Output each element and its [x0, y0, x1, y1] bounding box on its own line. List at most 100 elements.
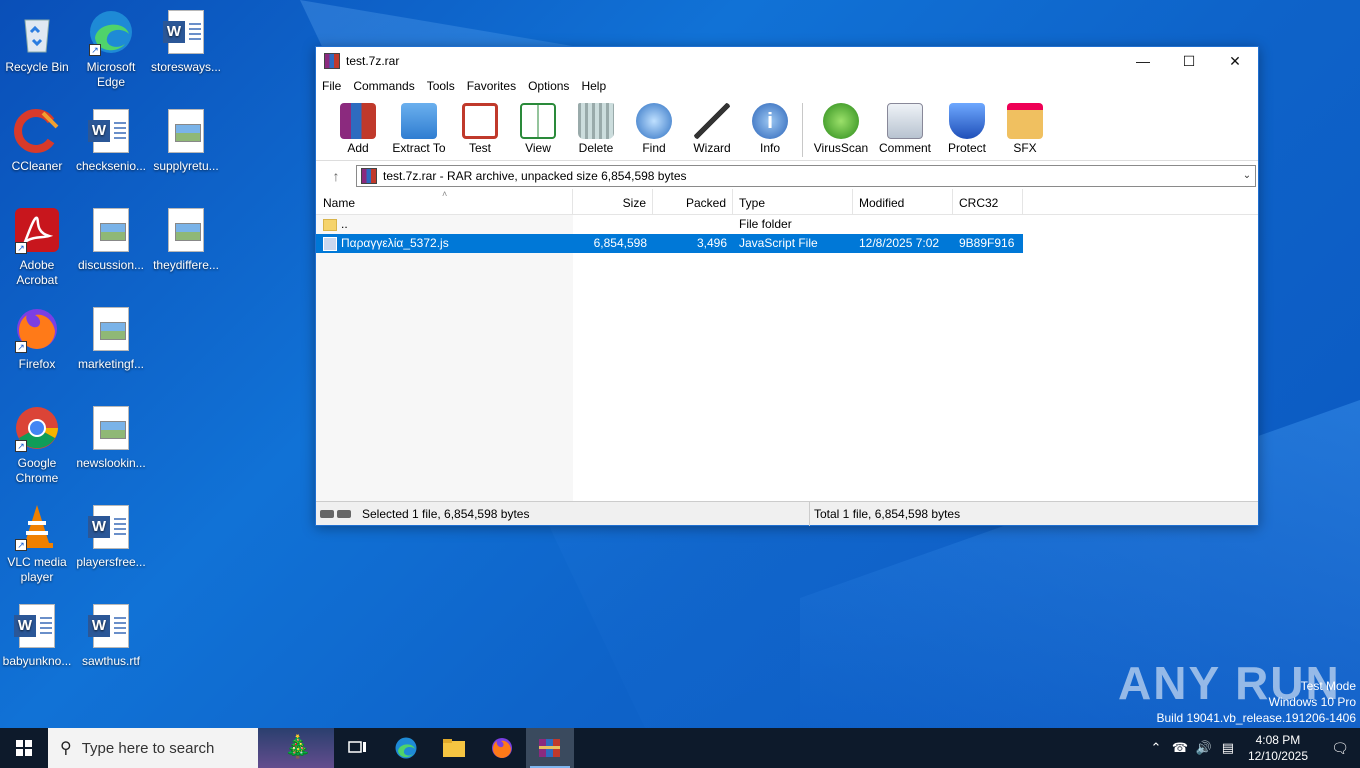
desktop-icon-recycle-bin[interactable]: Recycle Bin [0, 8, 74, 75]
toolbar-comment-button[interactable]: Comment [873, 103, 937, 155]
task-view-icon [348, 741, 366, 753]
toolbar-test-button[interactable]: Test [452, 103, 508, 155]
toolbar-label: Info [759, 141, 780, 155]
start-button[interactable] [0, 728, 48, 768]
drive-icon [320, 509, 334, 518]
recycle-bin-icon [13, 8, 61, 56]
network-icon[interactable]: ▤ [1216, 740, 1240, 756]
notification-icon[interactable]: 🗨 [1320, 740, 1360, 757]
toolbar-virusscan-button[interactable]: VirusScan [811, 103, 871, 155]
status-selected: Selected 1 file, 6,854,598 bytes [358, 501, 810, 526]
comment-icon [887, 103, 923, 139]
desktop-icon-google-chrome[interactable]: ↗ Google Chrome [0, 404, 74, 486]
desktop-icon-label: Google Chrome [15, 456, 59, 485]
toolbar-find-button[interactable]: Find [626, 103, 682, 155]
volume-icon[interactable]: 🔊 [1192, 740, 1216, 756]
desktop-icon-edge[interactable]: ↗ Microsoft Edge [74, 8, 148, 90]
desktop-icon-label: checksenio... [75, 159, 147, 173]
toolbar-label: Wizard [693, 141, 731, 155]
menu-tools[interactable]: Tools [427, 79, 463, 93]
menu-commands[interactable]: Commands [353, 79, 422, 93]
chevron-down-icon[interactable]: ⌄ [1239, 170, 1255, 181]
desktop-icon-label: Firefox [18, 357, 56, 371]
magic-wand-icon [694, 103, 730, 139]
desktop-icon-theydiffere[interactable]: theydiffere... [149, 206, 223, 273]
desktop-icon-adobe-acrobat[interactable]: ↗ Adobe Acrobat [0, 206, 74, 288]
desktop-icon-label: marketingf... [77, 357, 145, 371]
acrobat-icon: ↗ [13, 206, 61, 254]
desktop-icon-label: sawthus.rtf [81, 654, 141, 668]
toolbar-protect-button[interactable]: Protect [939, 103, 995, 155]
chevron-up-icon[interactable]: ⌃ [1144, 740, 1168, 756]
word-document-icon [163, 10, 204, 54]
key-icon [337, 509, 351, 518]
toolbar-info-button[interactable]: i Info [742, 103, 798, 155]
window-title: test.7z.rar [346, 54, 400, 68]
column-header-type[interactable]: Type [733, 188, 853, 215]
status-total: Total 1 file, 6,854,598 bytes [814, 506, 961, 521]
image-file-icon [93, 406, 129, 450]
column-header-size[interactable]: Size [573, 188, 653, 215]
file-list: ˄ Name Size Packed Type Modified CRC32 .… [316, 188, 1258, 501]
maximize-button[interactable]: ☐ [1166, 47, 1212, 75]
taskbar-file-explorer[interactable] [430, 728, 478, 768]
desktop-icon-sawthus[interactable]: sawthus.rtf [74, 602, 148, 669]
name-column-shade [316, 215, 573, 501]
desktop-icon-label: VLC media player [7, 555, 67, 584]
minimize-button[interactable]: — [1120, 47, 1166, 75]
menu-help[interactable]: Help [581, 79, 614, 93]
meet-now-icon[interactable]: ☎ [1168, 740, 1192, 756]
task-view-button[interactable] [334, 728, 382, 768]
desktop-icon-storesways[interactable]: storesways... [149, 8, 223, 75]
desktop-icon-playersfree[interactable]: playersfree... [74, 503, 148, 570]
toolbar-add-button[interactable]: Add [330, 103, 386, 155]
list-item-selected[interactable]: Παραγγελία_5372.js 6,854,598 3,496 JavaS… [316, 234, 1023, 269]
desktop-icon-checksenio[interactable]: checksenio... [74, 107, 148, 174]
shortcut-arrow-icon: ↗ [15, 242, 27, 254]
desktop-icon-supplyretu[interactable]: supplyretu... [149, 107, 223, 174]
desktop-icon-marketingf[interactable]: marketingf... [74, 305, 148, 372]
desktop-icon-firefox[interactable]: ↗ Firefox [0, 305, 74, 372]
toolbar-label: Protect [947, 141, 986, 155]
toolbar-label: SFX [1013, 141, 1037, 155]
book-view-icon [520, 103, 556, 139]
column-header-packed[interactable]: Packed [653, 188, 733, 215]
file-packed: 3,496 [696, 236, 727, 250]
column-header-modified[interactable]: Modified [853, 188, 953, 215]
list-item[interactable]: .. File folder [316, 215, 1258, 234]
taskbar-winrar[interactable] [526, 728, 574, 768]
toolbar-delete-button[interactable]: Delete [568, 103, 624, 155]
toolbar-extract-button[interactable]: Extract To [388, 103, 450, 155]
toolbar-wizard-button[interactable]: Wizard [684, 103, 740, 155]
desktop-icon-ccleaner[interactable]: CCleaner [0, 107, 74, 174]
drive-icons[interactable] [316, 509, 358, 518]
toolbar-sfx-button[interactable]: SFX [997, 103, 1053, 155]
desktop-icon-newslookin[interactable]: newslookin... [74, 404, 148, 471]
toolbar-label: Find [642, 141, 666, 155]
menu-file[interactable]: File [322, 79, 349, 93]
test-clipboard-icon [462, 103, 498, 139]
column-header-crc32[interactable]: CRC32 [953, 188, 1023, 215]
title-bar[interactable]: test.7z.rar — ☐ ✕ [316, 47, 1258, 75]
desktop-icon-label: supplyretu... [153, 159, 219, 173]
toolbar-label: Extract To [392, 141, 446, 155]
up-arrow-icon[interactable]: ↑ [316, 168, 356, 184]
path-text: test.7z.rar - RAR archive, unpacked size… [383, 168, 687, 183]
clock[interactable]: 4:08 PM 12/10/2025 [1240, 732, 1320, 764]
desktop-icon-vlc[interactable]: ↗ VLC media player [0, 503, 74, 585]
menu-options[interactable]: Options [528, 79, 577, 93]
menu-favorites[interactable]: Favorites [467, 79, 524, 93]
watermark-line: Test Mode [1300, 679, 1356, 693]
archive-icon [361, 167, 377, 184]
desktop-icon-babyunkno[interactable]: babyunkno... [0, 602, 74, 669]
file-size [573, 215, 653, 234]
search-highlight-image[interactable] [258, 728, 334, 768]
toolbar-view-button[interactable]: View [510, 103, 566, 155]
path-combobox[interactable]: test.7z.rar - RAR archive, unpacked size… [356, 164, 1256, 187]
close-button[interactable]: ✕ [1212, 47, 1258, 75]
desktop-icon-discussion[interactable]: discussion... [74, 206, 148, 273]
taskbar-search-box[interactable]: ⚲ Type here to search [48, 728, 258, 768]
file-name: Παραγγελία_5372.js [341, 236, 449, 250]
taskbar-edge[interactable] [382, 728, 430, 768]
taskbar-firefox[interactable] [478, 728, 526, 768]
